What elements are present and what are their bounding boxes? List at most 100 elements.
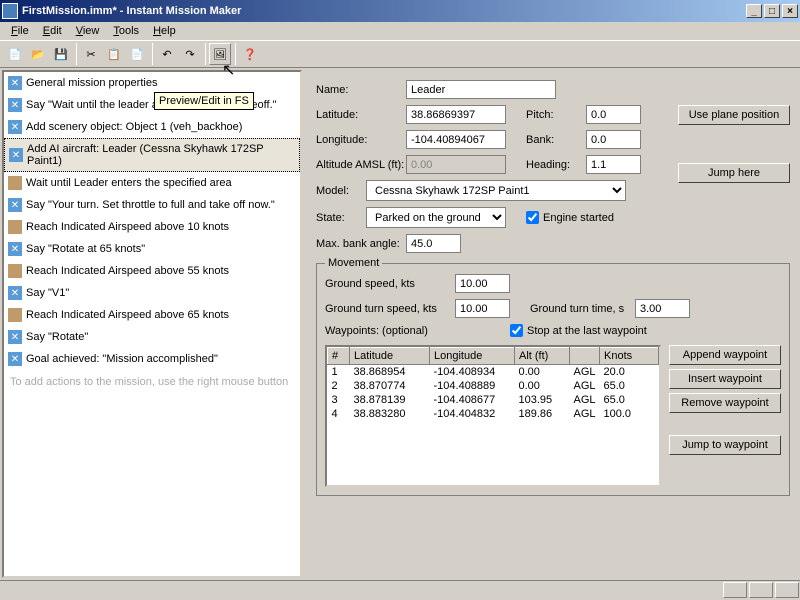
engine-label: Engine started: [543, 212, 614, 224]
maxbank-field[interactable]: [406, 234, 461, 253]
state-select[interactable]: Parked on the ground: [366, 207, 506, 228]
append-wp-button[interactable]: Append waypoint: [669, 345, 781, 365]
condition-icon: [8, 308, 22, 322]
close-button[interactable]: ×: [782, 4, 798, 18]
name-label: Name:: [316, 84, 406, 96]
waypoint-table[interactable]: # Latitude Longitude Alt (ft) Knots 138.…: [325, 345, 661, 487]
action-icon: ✕: [8, 286, 22, 300]
insert-wp-button[interactable]: Insert waypoint: [669, 369, 781, 389]
stop-label: Stop at the last waypoint: [527, 325, 647, 337]
action-item[interactable]: ✕General mission properties: [4, 72, 300, 94]
heading-label: Heading:: [526, 159, 586, 171]
jump-wp-button[interactable]: Jump to waypoint: [669, 435, 781, 455]
use-plane-button[interactable]: Use plane position: [678, 105, 790, 125]
cut-icon[interactable]: ✂: [80, 43, 102, 65]
action-item[interactable]: Reach Indicated Airspeed above 55 knots: [4, 260, 300, 282]
action-text: Reach Indicated Airspeed above 65 knots: [26, 309, 229, 321]
bank-field[interactable]: [586, 130, 641, 149]
paste-icon[interactable]: 📄: [126, 43, 148, 65]
action-text: Add AI aircraft: Leader (Cessna Skyhawk …: [27, 143, 295, 167]
statusbar: [0, 580, 800, 600]
alt-label: Altitude AMSL (ft):: [316, 159, 406, 171]
action-text: Say "V1": [26, 287, 69, 299]
action-item[interactable]: ✕ Say "Your turn. Set throttle to full an…: [4, 194, 300, 216]
pitch-field[interactable]: [586, 105, 641, 124]
maximize-button[interactable]: □: [764, 4, 780, 18]
status-pane: [749, 582, 773, 598]
action-icon: ✕: [8, 330, 22, 344]
action-list[interactable]: Preview/Edit in FS ✕General mission prop…: [2, 70, 302, 578]
hint-text: To add actions to the mission, use the r…: [4, 370, 300, 394]
action-item[interactable]: ✕Add scenery object: Object 1 (veh_backh…: [4, 116, 300, 138]
action-icon: ✕: [8, 98, 22, 112]
titlebar[interactable]: FirstMission.imm* - Instant Mission Make…: [0, 0, 800, 22]
menu-file[interactable]: File: [4, 24, 36, 38]
col-agl[interactable]: [570, 348, 600, 365]
gts-label: Ground turn speed, kts: [325, 303, 455, 315]
condition-icon: [8, 264, 22, 278]
menubar: File Edit View Tools Help: [0, 22, 800, 40]
heading-field[interactable]: [586, 155, 641, 174]
stop-checkbox[interactable]: [510, 324, 523, 337]
action-item[interactable]: Reach Indicated Airspeed above 65 knots: [4, 304, 300, 326]
action-item[interactable]: ✕Say "Wait until the leader aircraft sta…: [4, 94, 300, 116]
action-item[interactable]: Reach Indicated Airspeed above 10 knots: [4, 216, 300, 238]
action-text: Say "Your turn. Set throttle to full and…: [26, 199, 275, 211]
pitch-label: Pitch:: [526, 109, 586, 121]
preview-icon[interactable]: 🖼: [209, 43, 231, 65]
action-icon: ✕: [9, 148, 23, 162]
action-text: Add scenery object: Object 1 (veh_backho…: [26, 121, 242, 133]
remove-wp-button[interactable]: Remove waypoint: [669, 393, 781, 413]
menu-view[interactable]: View: [69, 24, 107, 38]
col-lon[interactable]: Longitude: [430, 348, 515, 365]
menu-tools[interactable]: Tools: [106, 24, 146, 38]
gs-field[interactable]: [455, 274, 510, 293]
menu-help[interactable]: Help: [146, 24, 183, 38]
engine-checkbox[interactable]: [526, 211, 539, 224]
col-alt[interactable]: Alt (ft): [515, 348, 570, 365]
undo-icon[interactable]: ↶: [156, 43, 178, 65]
col-num[interactable]: #: [328, 348, 350, 365]
redo-icon[interactable]: ↷: [179, 43, 201, 65]
action-item[interactable]: ✕ Say "Rotate": [4, 326, 300, 348]
action-icon: ✕: [8, 242, 22, 256]
lat-field[interactable]: [406, 105, 506, 124]
lon-label: Longitude:: [316, 134, 406, 146]
gs-label: Ground speed, kts: [325, 278, 455, 290]
copy-icon[interactable]: 📋: [103, 43, 125, 65]
action-text: Say "Rotate at 65 knots": [26, 243, 145, 255]
action-item[interactable]: ✕ Say "V1": [4, 282, 300, 304]
action-item[interactable]: Wait until Leader enters the specified a…: [4, 172, 300, 194]
action-text: Wait until Leader enters the specified a…: [26, 177, 232, 189]
app-icon: [2, 3, 18, 19]
action-text: Say "Rotate": [26, 331, 88, 343]
minimize-button[interactable]: _: [746, 4, 762, 18]
lon-field[interactable]: [406, 130, 506, 149]
table-row[interactable]: 238.870774-104.4088890.00AGL65.0: [328, 379, 659, 393]
help-icon[interactable]: ❓: [239, 43, 261, 65]
status-pane: [775, 582, 799, 598]
table-row[interactable]: 138.868954-104.4089340.00AGL20.0: [328, 365, 659, 380]
new-icon[interactable]: 📄: [4, 43, 26, 65]
tooltip: Preview/Edit in FS: [154, 92, 254, 110]
action-icon: ✕: [8, 198, 22, 212]
bank-label: Bank:: [526, 134, 586, 146]
table-row[interactable]: 338.878139-104.408677103.95AGL65.0: [328, 393, 659, 407]
gts-field[interactable]: [455, 299, 510, 318]
action-text: Goal achieved: "Mission accomplished": [26, 353, 218, 365]
table-row[interactable]: 438.883280-104.404832189.86AGL100.0: [328, 407, 659, 421]
jump-here-button[interactable]: Jump here: [678, 163, 790, 183]
col-kts[interactable]: Knots: [600, 348, 659, 365]
model-select[interactable]: Cessna Skyhawk 172SP Paint1: [366, 180, 626, 201]
wp-label: Waypoints: (optional): [325, 325, 455, 337]
open-icon[interactable]: 📂: [27, 43, 49, 65]
col-lat[interactable]: Latitude: [350, 348, 430, 365]
menu-edit[interactable]: Edit: [36, 24, 69, 38]
gtt-field[interactable]: [635, 299, 690, 318]
action-item[interactable]: ✕ Say "Rotate at 65 knots": [4, 238, 300, 260]
model-label: Model:: [316, 185, 366, 197]
name-field[interactable]: [406, 80, 556, 99]
action-item[interactable]: ✕Goal achieved: "Mission accomplished": [4, 348, 300, 370]
save-icon[interactable]: 💾: [50, 43, 72, 65]
action-item[interactable]: ✕ Add AI aircraft: Leader (Cessna Skyhawk…: [4, 138, 300, 172]
